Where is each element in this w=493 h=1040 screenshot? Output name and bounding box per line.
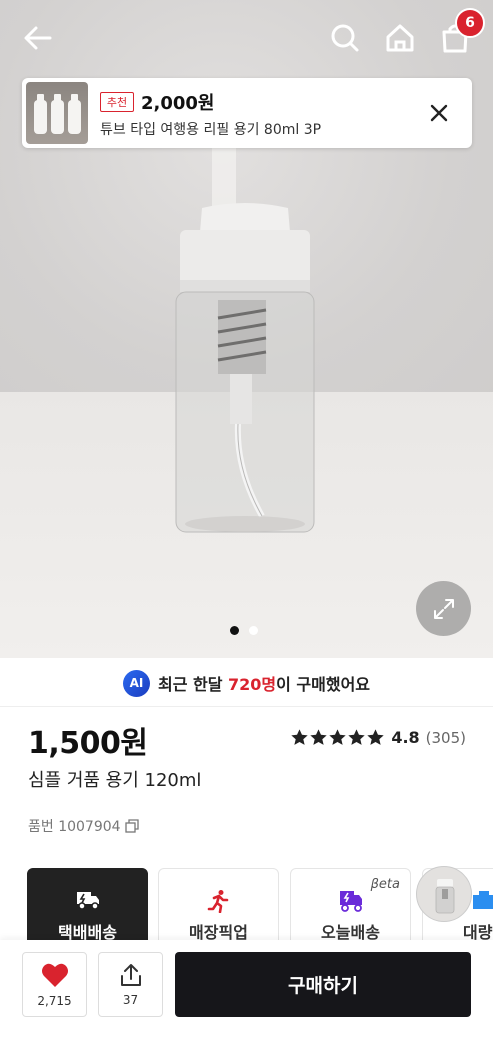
delivery-option-label: 오늘배송 xyxy=(321,923,380,942)
delivery-option-label: 택배배송 xyxy=(58,923,117,942)
back-button[interactable] xyxy=(18,18,58,58)
product-name: 심플 거품 용기 120ml xyxy=(28,770,202,791)
rating-count: (305) xyxy=(425,728,466,747)
foam-bottle-image xyxy=(175,144,315,533)
star-icon xyxy=(367,729,384,745)
floating-product-thumbnail[interactable] xyxy=(416,866,472,922)
search-button[interactable] xyxy=(325,18,365,58)
like-button[interactable]: 2,715 xyxy=(22,952,87,1017)
like-count: 2,715 xyxy=(37,993,72,1008)
ai-text-suffix: 이 구매했어요 xyxy=(276,675,371,694)
star-icon xyxy=(291,729,308,745)
recommend-tag: 추천 xyxy=(100,92,134,112)
recommended-product-card[interactable]: 추천 2,000원 튜브 타입 여행용 리필 용기 80ml 3P xyxy=(22,78,472,148)
ai-text-prefix: 최근 한달 xyxy=(157,675,228,694)
delivery-option-today[interactable]: βeta 오늘배송 xyxy=(290,868,411,942)
expand-icon xyxy=(433,598,454,619)
delivery-option-pickup[interactable]: 매장픽업 xyxy=(158,868,279,942)
delivery-option-label: 대량주 xyxy=(463,923,493,942)
copy-icon[interactable] xyxy=(124,819,139,833)
back-arrow-icon xyxy=(24,26,52,50)
recommended-product-name: 튜브 타입 여행용 리필 용기 80ml 3P xyxy=(100,122,322,138)
rating-stars xyxy=(290,728,385,747)
ai-text-highlight: 720명 xyxy=(228,675,277,694)
buy-button[interactable]: 구매하기 xyxy=(175,952,471,1017)
expand-image-button[interactable] xyxy=(416,581,471,636)
search-icon xyxy=(331,24,359,52)
recommended-product-price: 2,000원 xyxy=(141,93,215,114)
product-price: 1,500원 xyxy=(28,726,148,761)
star-icon xyxy=(329,729,346,745)
delivery-option-parcel[interactable]: 택배배송 xyxy=(27,868,148,942)
divider xyxy=(0,706,493,707)
bulk-order-icon xyxy=(472,891,493,909)
product-rating[interactable]: 4.8 (305) xyxy=(290,728,466,747)
home-button[interactable] xyxy=(380,18,420,58)
rating-score: 4.8 xyxy=(391,728,420,747)
gallery-dot[interactable] xyxy=(249,626,258,635)
close-recommend-button[interactable] xyxy=(424,98,454,128)
item-number-text: 품번 1007904 xyxy=(28,819,121,835)
star-icon xyxy=(348,729,365,745)
gallery-pagination xyxy=(230,626,258,635)
share-button[interactable]: 37 xyxy=(98,952,163,1017)
ai-purchase-text: 최근 한달 720명이 구매했어요 xyxy=(158,671,370,695)
delivery-option-label: 매장픽업 xyxy=(189,923,248,942)
cart-button[interactable]: 6 xyxy=(435,8,485,58)
today-delivery-icon xyxy=(339,891,362,912)
home-icon xyxy=(386,24,414,52)
bottom-action-bar: 2,715 37 구매하기 xyxy=(0,940,493,1040)
cart-count-badge: 6 xyxy=(455,8,485,38)
ai-purchase-banner: AI 최근 한달 720명이 구매했어요 xyxy=(0,660,493,706)
close-icon xyxy=(430,104,448,122)
ai-badge-icon: AI xyxy=(122,669,150,697)
gallery-dot-active[interactable] xyxy=(230,626,239,635)
running-person-icon xyxy=(207,890,228,913)
heart-icon xyxy=(41,963,68,987)
share-count: 37 xyxy=(122,992,139,1007)
star-icon xyxy=(310,729,327,745)
top-navigation-bar: 6 xyxy=(0,0,493,76)
item-number[interactable]: 품번 1007904 xyxy=(28,816,139,836)
delivery-truck-icon xyxy=(76,892,99,910)
share-icon xyxy=(120,963,141,986)
recommended-product-thumbnail xyxy=(26,82,88,144)
